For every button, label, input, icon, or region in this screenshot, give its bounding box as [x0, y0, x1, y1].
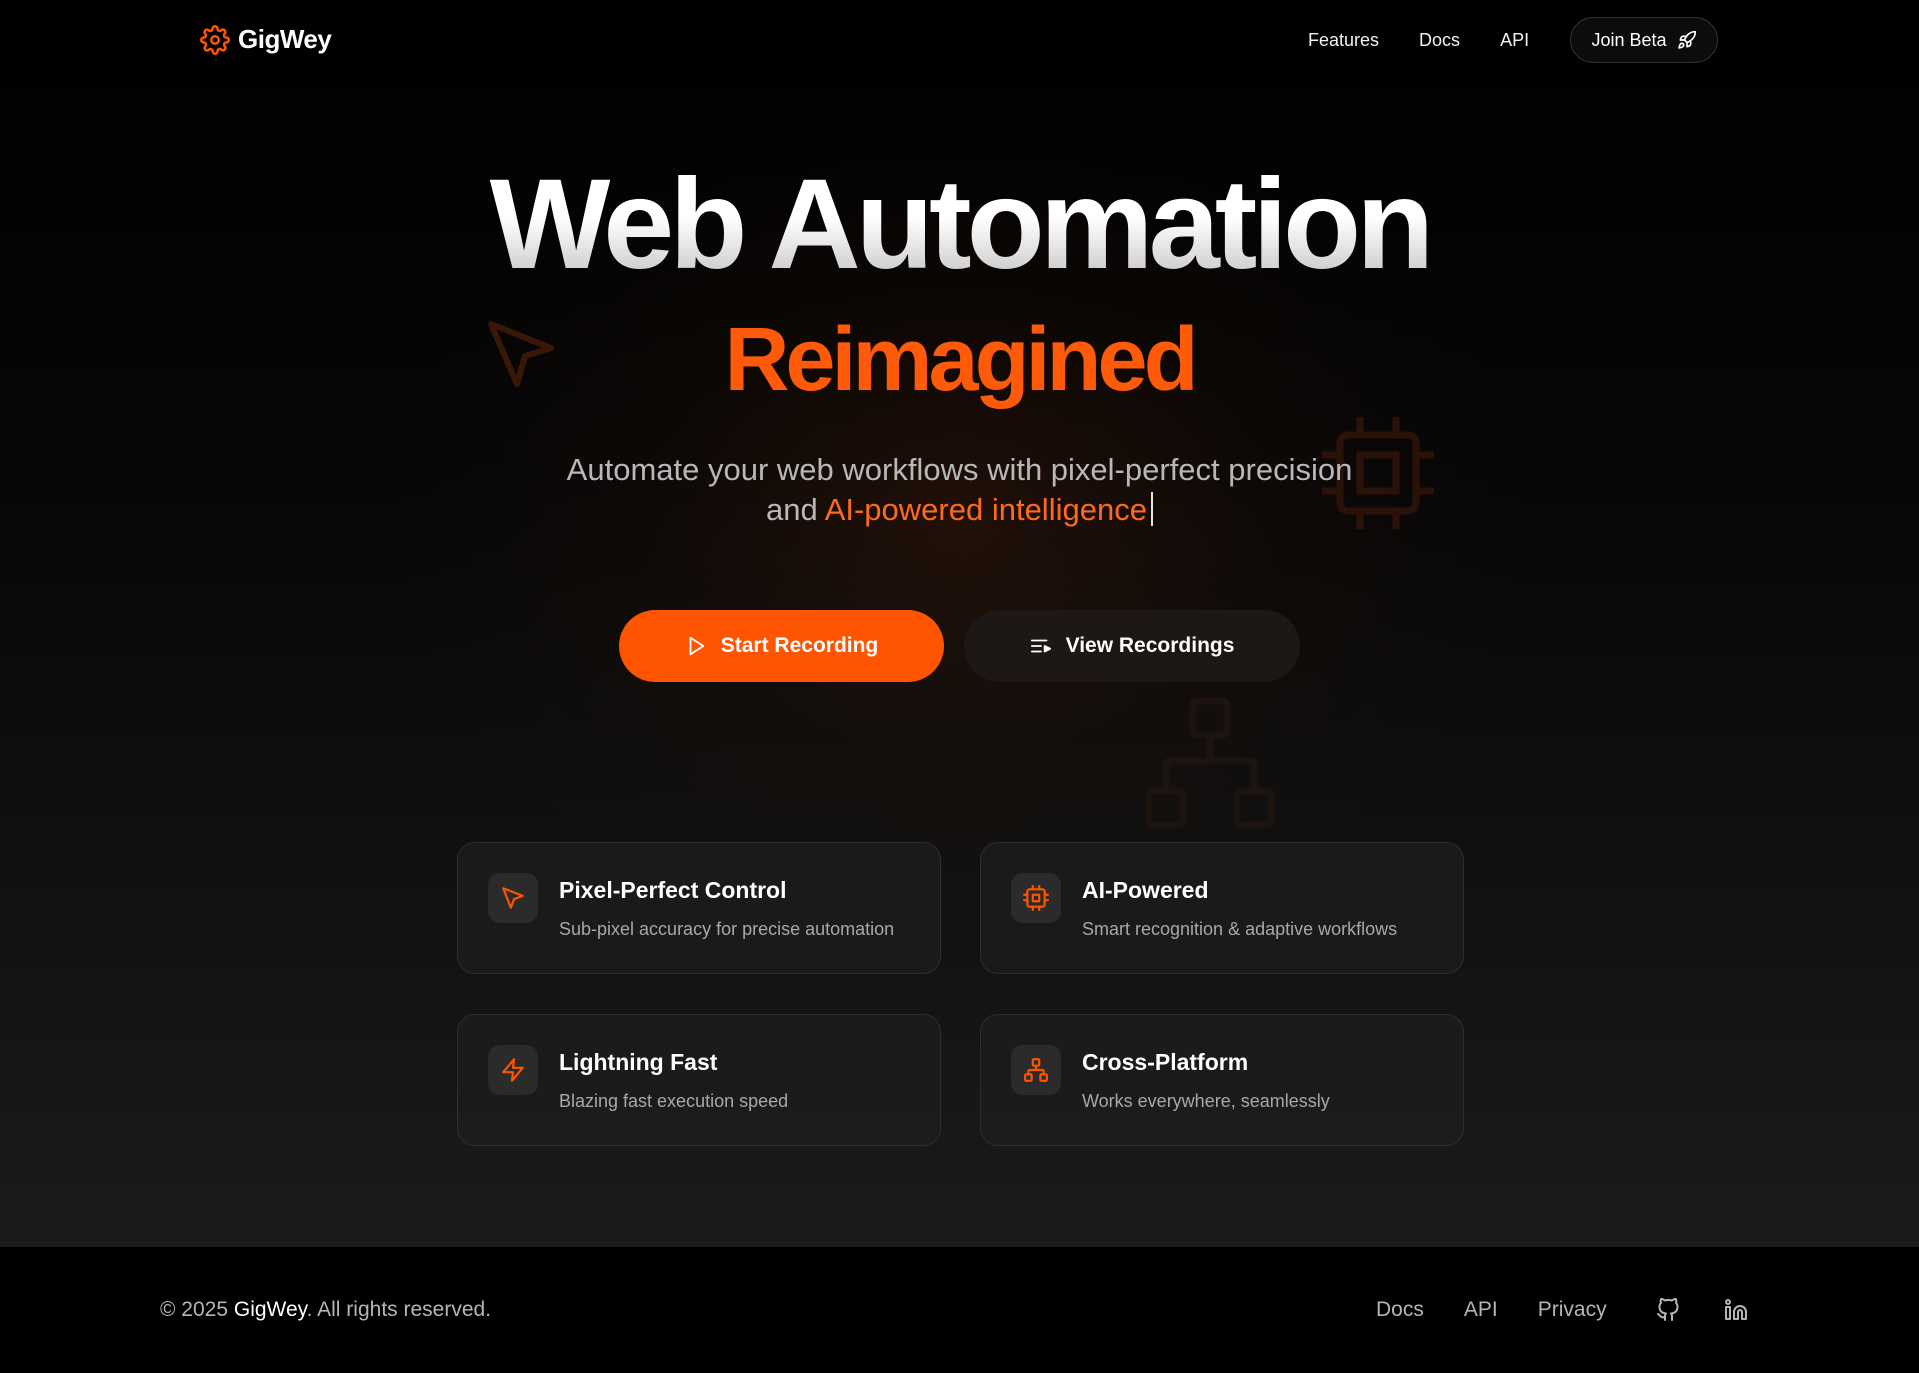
copyright: © 2025 GigWey. All rights reserved. [160, 1297, 491, 1323]
nav-links: Features Docs API [1308, 28, 1529, 52]
feature-description: Smart recognition & adaptive workflows [1082, 919, 1398, 939]
brand-logo[interactable]: GigWey [200, 24, 332, 55]
feature-description: Sub-pixel accuracy for precise automatio… [559, 919, 895, 939]
nav-link-api[interactable]: API [1500, 28, 1529, 52]
feature-title: Cross-Platform [1082, 1049, 1249, 1075]
feature-description: Works everywhere, seamlessly [1082, 1091, 1330, 1111]
network-decoration-icon [1145, 697, 1275, 829]
rocket-icon [1677, 30, 1696, 49]
copyright-brand: GigWey [233, 1298, 307, 1321]
footer: © 2025 GigWey. All rights reserved. Docs… [0, 1247, 1919, 1373]
hero-subtitle: Automate your web workflows with pixel-p… [0, 450, 1919, 530]
subtitle-prefix: and [766, 492, 818, 527]
subtitle-accent: AI-powered intelligence [824, 492, 1147, 527]
github-link[interactable] [1653, 1295, 1683, 1325]
feature-title: AI-Powered [1082, 877, 1209, 903]
play-icon [689, 636, 704, 656]
feature-card-pixel-perfect: Pixel-Perfect Control Sub-pixel accuracy… [457, 842, 941, 974]
feature-icon-box [1011, 1045, 1061, 1095]
footer-link-docs[interactable]: Docs [1376, 1297, 1424, 1323]
nav-link-features[interactable]: Features [1308, 28, 1379, 52]
feature-card-ai-powered: AI-Powered Smart recognition & adaptive … [980, 842, 1464, 974]
feature-icon-box [488, 1045, 538, 1095]
join-beta-button[interactable]: Join Beta [1570, 17, 1718, 63]
feature-icon-box [1011, 873, 1061, 923]
feature-title: Lightning Fast [559, 1049, 718, 1075]
view-recordings-label: View Recordings [1065, 634, 1235, 657]
feature-icon-box [488, 873, 538, 923]
view-recordings-button[interactable]: View Recordings [964, 610, 1300, 682]
cpu-icon [1023, 885, 1049, 911]
network-icon [1024, 1058, 1048, 1082]
footer-links: Docs API Privacy [1376, 1297, 1647, 1323]
brand-name: GigWey [238, 24, 332, 54]
feature-description: Blazing fast execution speed [559, 1091, 789, 1111]
subtitle-line-1: Automate your web workflows with pixel-p… [566, 452, 1353, 487]
start-recording-label: Start Recording [720, 634, 879, 657]
list-play-icon [1030, 639, 1051, 653]
footer-link-api[interactable]: API [1464, 1297, 1498, 1323]
typing-caret [1150, 492, 1153, 526]
footer-link-privacy[interactable]: Privacy [1538, 1297, 1607, 1323]
join-beta-label: Join Beta [1591, 29, 1667, 50]
nav-link-docs[interactable]: Docs [1419, 28, 1460, 52]
feature-card-cross-platform: Cross-Platform Works everywhere, seamles… [980, 1014, 1464, 1146]
lightning-icon [502, 1058, 524, 1082]
linkedin-icon [1725, 1299, 1747, 1320]
gear-icon [200, 24, 230, 55]
copyright-suffix: . All rights reserved. [306, 1298, 492, 1321]
hero-title-accent: Reimagined [724, 310, 1198, 410]
top-nav: GigWey Features Docs API Join Beta [0, 0, 1919, 80]
subtitle-line-2: and AI-powered intelligence [0, 490, 1919, 530]
feature-card-lightning-fast: Lightning Fast Blazing fast execution sp… [457, 1014, 941, 1146]
cursor-icon [502, 887, 524, 909]
github-icon [1657, 1298, 1679, 1321]
feature-title: Pixel-Perfect Control [559, 877, 787, 903]
start-recording-button[interactable]: Start Recording [619, 610, 944, 682]
copyright-prefix: © 2025 [160, 1298, 229, 1321]
hero-title: Web Automation [0, 150, 1919, 300]
linkedin-link[interactable] [1721, 1295, 1751, 1325]
